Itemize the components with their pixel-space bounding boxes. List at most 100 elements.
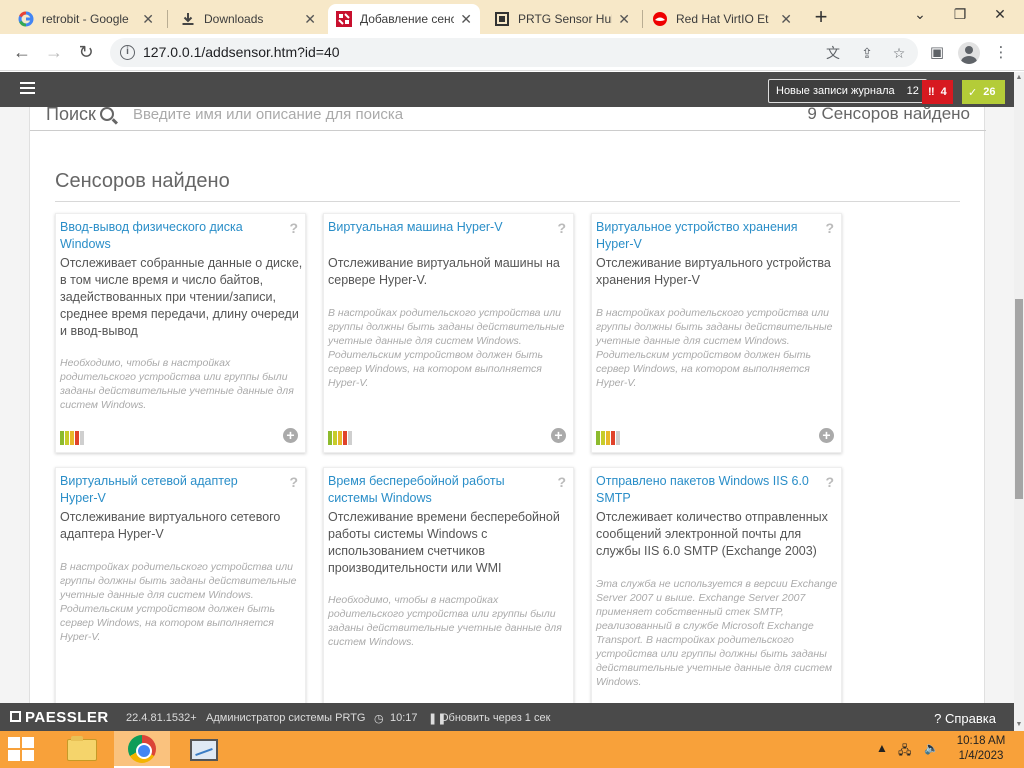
scrollbar-thumb[interactable] bbox=[1015, 299, 1023, 499]
add-sensor-plus-icon[interactable]: + bbox=[283, 428, 298, 443]
vertical-scrollbar[interactable]: ▲ ▼ bbox=[1014, 72, 1024, 731]
help-icon[interactable]: ? bbox=[289, 220, 298, 236]
divider bbox=[55, 201, 960, 202]
file-explorer-taskbar-button[interactable] bbox=[54, 731, 110, 768]
system-clock[interactable]: 10:18 AM 1/4/2023 bbox=[950, 734, 1012, 764]
sensor-card-title[interactable]: Виртуальная машина Hyper-V bbox=[328, 219, 543, 236]
close-icon[interactable]: ✕ bbox=[460, 11, 472, 28]
monitor-icon bbox=[190, 738, 218, 761]
performance-impact-icon bbox=[328, 431, 353, 445]
sensor-card-title[interactable]: Отправлено пакетов Windows IIS 6.0 SMTP bbox=[596, 473, 811, 507]
clock-time: 10:18 AM bbox=[956, 735, 1006, 747]
tab-retrobit[interactable]: retrobit - Google ✕ bbox=[10, 4, 162, 34]
tab-title: retrobit - Google bbox=[42, 12, 129, 26]
profile-avatar-icon[interactable] bbox=[958, 42, 980, 64]
tab-downloads[interactable]: Downloads ✕ bbox=[172, 4, 324, 34]
prtg-header: Новые записи журнала 12 ‼ 4 ✓ 26 bbox=[0, 72, 1014, 107]
sensor-card[interactable]: Время бесперебойной работы системы Windo… bbox=[323, 467, 574, 703]
reload-icon[interactable]: ↻ bbox=[74, 40, 98, 64]
search-input[interactable] bbox=[133, 107, 653, 125]
add-sensor-plus-icon[interactable]: + bbox=[819, 428, 834, 443]
user-text[interactable]: Администратор системы PRTG bbox=[206, 712, 365, 724]
folder-icon bbox=[67, 735, 97, 761]
monitor-app-taskbar-button[interactable] bbox=[176, 731, 232, 768]
close-icon[interactable]: ✕ bbox=[142, 11, 154, 28]
check-icon: ✓ bbox=[968, 86, 978, 99]
sensor-card-note: В настройках родительского устройства ил… bbox=[60, 561, 297, 643]
help-icon[interactable]: ? bbox=[825, 220, 834, 236]
new-log-entries-button[interactable]: Новые записи журнала 12 bbox=[768, 79, 927, 103]
address-bar[interactable]: i 127.0.0.1/addsensor.htm?id=40 文 ⇪ ☆ bbox=[110, 38, 918, 67]
sensor-card-title[interactable]: Виртуальное устройство хранения Hyper-V bbox=[596, 219, 811, 253]
bookmark-star-icon[interactable]: ☆ bbox=[890, 44, 908, 62]
sensor-card[interactable]: Виртуальное устройство хранения Hyper-V … bbox=[591, 213, 842, 453]
alarms-badge[interactable]: ‼ 4 bbox=[922, 80, 953, 104]
alarm-count: 4 bbox=[940, 86, 947, 98]
sensor-card-description: Отслеживает собранные данные о диске, в … bbox=[60, 256, 303, 338]
new-tab-button[interactable]: + bbox=[808, 6, 834, 30]
tab-title: Добавление сенс bbox=[360, 12, 455, 26]
add-sensor-plus-icon[interactable]: + bbox=[551, 428, 566, 443]
translate-icon[interactable]: 文 bbox=[824, 44, 842, 62]
sensor-card-description: Отслеживает количество отправленных сооб… bbox=[596, 510, 828, 558]
close-window-icon[interactable]: ✕ bbox=[980, 0, 1020, 30]
network-icon[interactable]: 🖧 bbox=[898, 741, 911, 762]
clock-icon: ◷ bbox=[374, 713, 384, 725]
sensor-card-description: Отслеживание виртуального устройства хра… bbox=[596, 256, 831, 287]
paessler-logo[interactable]: PAESSLER bbox=[10, 709, 109, 726]
log-label: Новые записи журнала bbox=[776, 85, 895, 97]
chrome-taskbar-button[interactable] bbox=[114, 731, 170, 768]
prtg-hub-icon bbox=[494, 11, 510, 27]
volume-icon[interactable]: 🔈 bbox=[924, 741, 939, 755]
sensor-card[interactable]: Виртуальный сетевой адаптер Hyper-V ? От… bbox=[55, 467, 306, 703]
google-icon bbox=[18, 11, 34, 27]
sensor-card-note: Необходимо, чтобы в настройках родительс… bbox=[328, 594, 562, 648]
sensor-card-note: Необходимо, чтобы в настройках родительс… bbox=[60, 357, 294, 411]
help-icon[interactable]: ? bbox=[557, 474, 566, 490]
sensor-card[interactable]: Ввод-вывод физического диска Windows ? О… bbox=[55, 213, 306, 453]
close-icon[interactable]: ✕ bbox=[780, 11, 792, 28]
scroll-down-arrow-icon[interactable]: ▼ bbox=[1014, 719, 1024, 731]
sensor-card-description: Отслеживание виртуального сетевого адапт… bbox=[60, 510, 281, 541]
sensor-card-title[interactable]: Виртуальный сетевой адаптер Hyper-V bbox=[60, 473, 275, 507]
url-text[interactable]: 127.0.0.1/addsensor.htm?id=40 bbox=[143, 44, 340, 60]
sensor-card-title[interactable]: Время бесперебойной работы системы Windo… bbox=[328, 473, 543, 507]
help-icon[interactable]: ? bbox=[557, 220, 566, 236]
sensor-card[interactable]: Отправлено пакетов Windows IIS 6.0 SMTP … bbox=[591, 467, 842, 703]
help-icon[interactable]: ? bbox=[289, 474, 298, 490]
add-sensor-panel: Поиск 9 Сенсоров найдено Сенсоров найден… bbox=[29, 107, 986, 703]
tab-add-sensor[interactable]: Добавление сенс ✕ bbox=[328, 4, 480, 34]
side-panel-icon[interactable]: ▣ bbox=[926, 42, 948, 64]
ok-sensors-badge[interactable]: ✓ 26 bbox=[962, 80, 1005, 104]
restore-window-icon[interactable]: ❐ bbox=[940, 0, 980, 30]
close-icon[interactable]: ✕ bbox=[304, 11, 316, 28]
performance-impact-icon bbox=[60, 431, 85, 445]
question-icon: ? bbox=[934, 711, 942, 726]
sensors-found-count: 9 Сенсоров найдено bbox=[807, 107, 970, 123]
hamburger-menu-icon[interactable] bbox=[20, 82, 35, 94]
share-icon[interactable]: ⇪ bbox=[858, 44, 876, 62]
close-icon[interactable]: ✕ bbox=[618, 11, 630, 28]
search-icon bbox=[100, 107, 114, 121]
section-title: Сенсоров найдено bbox=[55, 170, 230, 192]
scroll-up-arrow-icon[interactable]: ▲ bbox=[1014, 72, 1024, 84]
site-info-icon[interactable]: i bbox=[120, 45, 135, 60]
tab-title: Downloads bbox=[204, 12, 264, 26]
performance-impact-icon bbox=[596, 431, 621, 445]
sensor-card-title[interactable]: Ввод-вывод физического диска Windows bbox=[60, 219, 275, 253]
windows-start-icon[interactable] bbox=[8, 737, 38, 763]
tab-redhat-virtio[interactable]: Red Hat VirtIO Et ✕ bbox=[644, 4, 800, 34]
back-arrow-icon[interactable]: ← bbox=[10, 40, 34, 64]
tab-prtg-sensor-hub[interactable]: PRTG Sensor Hub ✕ bbox=[486, 4, 638, 34]
refresh-countdown[interactable]: Обновить через 1 сек bbox=[440, 712, 550, 724]
sensor-card[interactable]: Виртуальная машина Hyper-V ? Отслеживани… bbox=[323, 213, 574, 453]
redhat-icon bbox=[652, 11, 668, 27]
prtg-footer: PAESSLER 22.4.81.1532+ Администратор сис… bbox=[0, 703, 1014, 731]
help-link[interactable]: ? Справка bbox=[934, 711, 996, 726]
help-label: Справка bbox=[945, 711, 996, 726]
help-icon[interactable]: ? bbox=[825, 474, 834, 490]
tray-chevron-icon[interactable]: ▲ bbox=[876, 741, 888, 755]
menu-kebab-icon[interactable]: ⋮ bbox=[990, 42, 1012, 64]
tab-list-chevron-icon[interactable]: ⌄ bbox=[900, 0, 940, 30]
forward-arrow-icon[interactable]: → bbox=[42, 40, 66, 64]
